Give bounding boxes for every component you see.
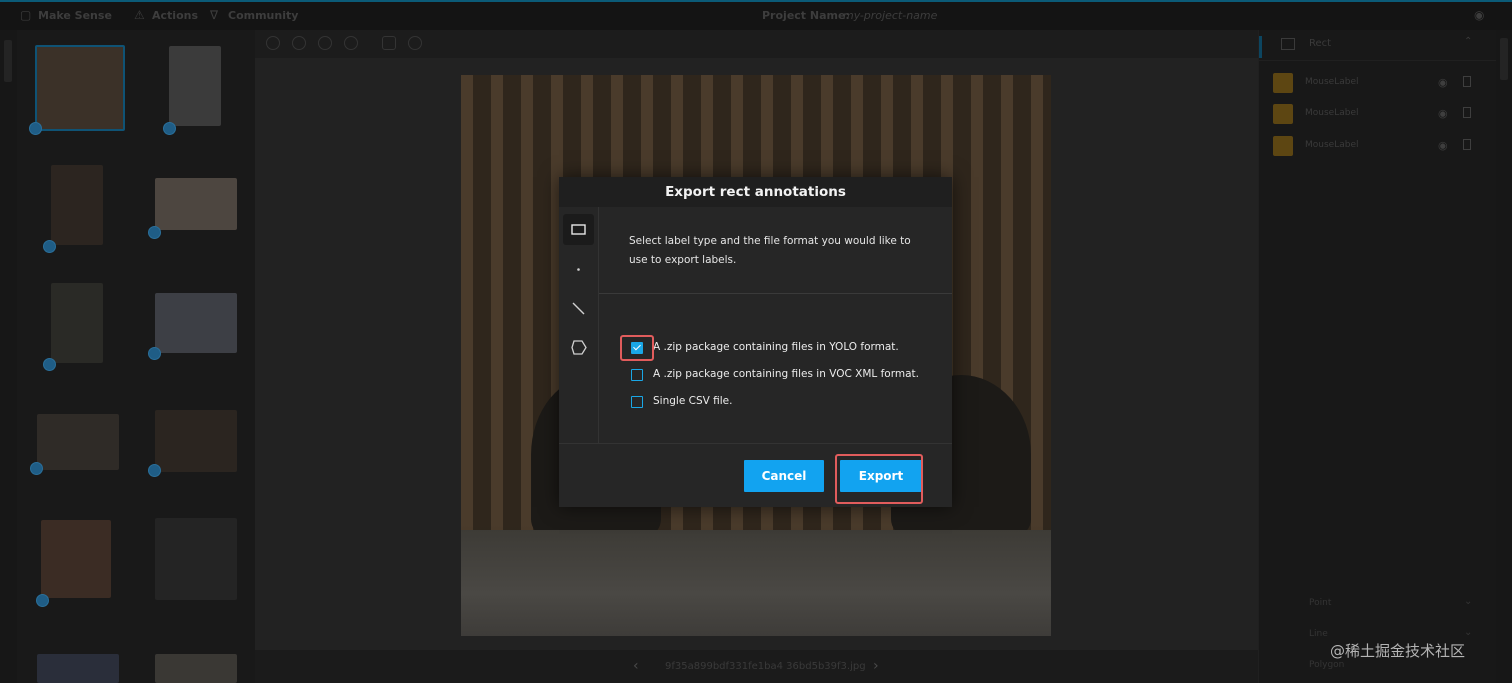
polygon-icon	[571, 340, 587, 355]
eye-icon[interactable]: ◉	[1438, 139, 1448, 152]
current-file-name: 9f35a899bdf331fe1ba4 36bd5b39f3.jpg	[665, 661, 866, 672]
line-icon	[572, 302, 585, 315]
project-name-label: Project Name:	[762, 9, 850, 22]
thumbnail-image[interactable]	[155, 410, 237, 472]
eye-icon[interactable]: ◉	[1438, 107, 1448, 120]
thumbnail-status-dot	[148, 226, 161, 239]
thumbnail-status-dot	[36, 594, 49, 607]
thumbnail-image[interactable]	[155, 654, 237, 683]
polygon-section-title: Polygon	[1309, 660, 1345, 670]
voc-option-label[interactable]: A .zip package containing files in VOC X…	[653, 368, 919, 380]
chevron-down-icon: ⌄	[1464, 627, 1473, 638]
thumbnail-image[interactable]	[37, 654, 119, 683]
table-area	[461, 530, 1051, 636]
point-type-button[interactable]	[563, 254, 594, 285]
app-logo-icon: ▢	[20, 8, 32, 22]
thumbnail-image[interactable]	[155, 518, 237, 600]
line-type-button[interactable]	[563, 293, 594, 324]
actions-icon: ⚠	[134, 8, 145, 22]
thumbnail-status-dot	[43, 240, 56, 253]
label-row[interactable]: MouseLabel ◉	[1273, 136, 1483, 156]
image-thumbnails-panel	[17, 30, 255, 683]
cancel-button[interactable]: Cancel	[744, 460, 824, 492]
label-name[interactable]: MouseLabel	[1305, 140, 1358, 150]
rect-section-title: Rect	[1309, 38, 1332, 49]
community-icon: ∇	[210, 8, 219, 22]
zoom-max-icon[interactable]	[344, 36, 358, 50]
line-section-title: Line	[1309, 629, 1328, 639]
trash-icon[interactable]	[1463, 76, 1471, 87]
thumbnail-status-dot	[163, 122, 176, 135]
hand-icon[interactable]	[382, 36, 396, 50]
image-navigation-bar: ‹ 9f35a899bdf331fe1ba4 36bd5b39f3.jpg ›	[255, 652, 1258, 683]
point-icon	[577, 268, 580, 271]
thumbnail-status-dot	[43, 358, 56, 371]
thumbnail-image[interactable]	[155, 293, 237, 353]
label-name[interactable]: MouseLabel	[1305, 108, 1358, 118]
thumbnail-status-dot	[29, 122, 42, 135]
eye-icon[interactable]: ◉	[1438, 76, 1448, 89]
divider	[599, 293, 952, 294]
community-menu[interactable]: Community	[228, 9, 298, 22]
rect-icon	[1281, 38, 1295, 50]
chevron-down-icon: ⌄	[1464, 596, 1473, 607]
point-section-title: Point	[1309, 598, 1332, 608]
trash-icon[interactable]	[1463, 139, 1471, 150]
top-navigation-bar: ▢ Make Sense ⚠ Actions ∇ Community Proje…	[0, 0, 1512, 30]
label-row[interactable]: MouseLabel ◉	[1273, 73, 1483, 93]
voc-checkbox[interactable]	[631, 369, 643, 381]
left-side-rail	[0, 30, 17, 683]
checkbox-highlight-box	[620, 335, 654, 361]
section-accent	[1259, 36, 1262, 58]
label-row[interactable]: MouseLabel ◉	[1273, 104, 1483, 124]
thumbnail-status-dot	[148, 464, 161, 477]
label-color-swatch	[1273, 73, 1293, 93]
label-type-sidebar	[559, 207, 599, 443]
labels-panel: Rect ⌃ MouseLabel ◉ MouseLabel ◉ MouseLa…	[1258, 30, 1497, 683]
editor-toolbar	[255, 30, 1258, 58]
thumbnail-status-dot	[148, 347, 161, 360]
chevron-up-icon: ⌃	[1464, 36, 1473, 47]
label-color-swatch	[1273, 104, 1293, 124]
trash-icon[interactable]	[1463, 107, 1471, 118]
rect-type-button[interactable]	[563, 214, 594, 245]
rect-icon	[571, 224, 586, 235]
thumbnail-image[interactable]	[155, 178, 237, 230]
footer-divider	[559, 443, 952, 444]
yolo-option-label[interactable]: A .zip package containing files in YOLO …	[653, 341, 899, 353]
github-icon[interactable]: ◉	[1474, 8, 1484, 22]
zoom-fit-icon[interactable]	[318, 36, 332, 50]
thumbnail-status-dot	[30, 462, 43, 475]
labels-tab[interactable]	[1500, 38, 1508, 80]
images-tab[interactable]	[4, 40, 12, 82]
rect-section-header[interactable]: Rect ⌃	[1259, 30, 1497, 61]
label-name[interactable]: MouseLabel	[1305, 77, 1358, 87]
right-side-rail	[1496, 30, 1512, 683]
zoom-out-icon[interactable]	[292, 36, 306, 50]
polygon-type-button[interactable]	[563, 332, 594, 363]
watermark-text: @稀土掘金技术社区	[1330, 642, 1466, 660]
thumbnail-image[interactable]	[37, 414, 119, 470]
project-name-input[interactable]: my-project-name	[843, 9, 937, 22]
app-name: Make Sense	[38, 9, 112, 22]
crosshair-icon[interactable]	[408, 36, 422, 50]
thumbnail-image[interactable]	[51, 283, 103, 363]
dialog-title: Export rect annotations	[559, 177, 952, 207]
thumbnail-image[interactable]	[35, 45, 125, 131]
actions-menu[interactable]: Actions	[152, 9, 198, 22]
zoom-in-icon[interactable]	[266, 36, 280, 50]
export-dialog: Export rect annotations Select label typ…	[559, 177, 952, 507]
point-section-header[interactable]: Point ⌄	[1259, 591, 1497, 619]
dialog-description: Select label type and the file format yo…	[629, 235, 911, 266]
csv-option-label[interactable]: Single CSV file.	[653, 395, 732, 407]
previous-image-icon[interactable]: ‹	[633, 658, 639, 674]
label-color-swatch	[1273, 136, 1293, 156]
thumbnail-image[interactable]	[51, 165, 103, 245]
next-image-icon[interactable]: ›	[873, 658, 879, 674]
thumbnail-image[interactable]	[169, 46, 221, 126]
export-highlight-box	[835, 454, 923, 504]
thumbnail-image[interactable]	[41, 520, 111, 598]
csv-checkbox[interactable]	[631, 396, 643, 408]
